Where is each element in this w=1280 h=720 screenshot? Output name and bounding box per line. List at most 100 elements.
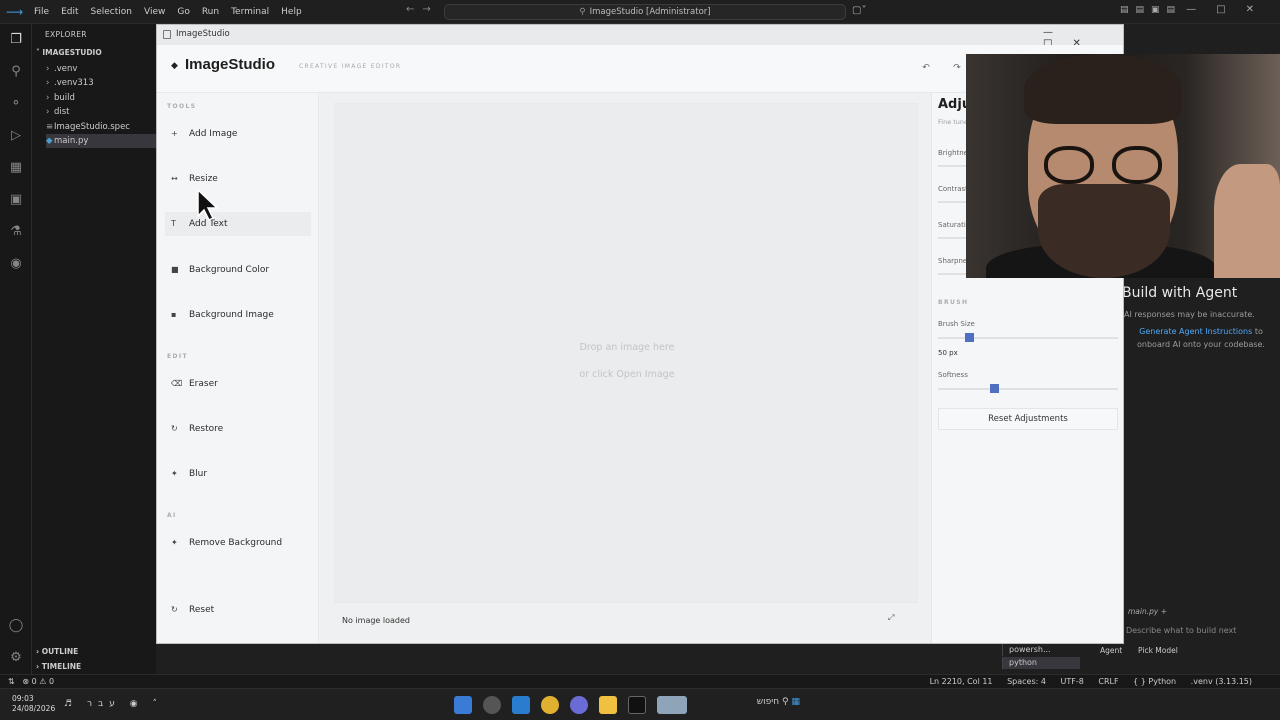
webcam-person-beard: [1038, 184, 1170, 278]
vscode-titlebar: ⟶ File Edit Selection View Go Run Termin…: [0, 0, 1280, 24]
terminal-tab-powershell[interactable]: powersh...: [1002, 644, 1080, 656]
brush-size-thumb[interactable]: [964, 333, 974, 342]
timeline-section[interactable]: › TIMELINE: [36, 662, 81, 671]
status-right: Ln 2210, Col 11 Spaces: 4 UTF-8 CRLF { }…: [918, 675, 1252, 688]
windows-start-icon[interactable]: ▦: [791, 697, 800, 707]
image-drop-zone[interactable]: Drop an image here or click Open Image: [334, 103, 918, 603]
outline-section[interactable]: › OUTLINE: [36, 647, 78, 656]
add-text-button[interactable]: T Add Text: [165, 212, 311, 236]
tree-item-build[interactable]: › build: [46, 91, 156, 105]
chevron-right-icon: ›: [46, 93, 50, 103]
tree-item-spec[interactable]: ≡ImageStudio.spec: [46, 120, 156, 134]
python-icon[interactable]: ◉: [6, 254, 26, 274]
chevron-right-icon: ›: [46, 107, 50, 117]
taskbar-app-discord[interactable]: [570, 696, 588, 714]
layout-icons[interactable]: ▤▤▣▤: [1120, 5, 1182, 15]
problems-status[interactable]: ⇅ ⊗ 0 ⚠ 0: [8, 675, 54, 688]
taskbar-app-capcut[interactable]: [628, 696, 646, 714]
extensions-icon[interactable]: ▦: [6, 158, 26, 178]
line-ending[interactable]: CRLF: [1098, 677, 1118, 686]
taskbar-search[interactable]: חיפוש ⚲ ▦: [690, 697, 800, 713]
taskbar-app-explorer[interactable]: [599, 696, 617, 714]
blur-button[interactable]: ✦ Blur: [171, 462, 309, 486]
fit-view-button[interactable]: ⤢: [888, 613, 894, 623]
chat-context-file[interactable]: main.py +: [1128, 607, 1167, 616]
taskbar-app-vscode[interactable]: [512, 696, 530, 714]
cursor-position[interactable]: Ln 2210, Col 11: [930, 677, 993, 686]
agent-mode-picker[interactable]: Agent: [1100, 646, 1122, 655]
remote-icon: ⇅: [8, 677, 15, 686]
chat-title: Build with Agent: [1122, 285, 1238, 301]
taskbar-app-obs[interactable]: [483, 696, 501, 714]
undo-button[interactable]: ↶: [919, 61, 933, 75]
generate-instructions-link[interactable]: Generate Agent Instructions: [1139, 327, 1252, 336]
menu-file[interactable]: File: [28, 0, 55, 24]
account-icon[interactable]: ◯: [6, 616, 26, 636]
redo-icon: ↷: [953, 63, 961, 73]
remove-background-button[interactable]: ✦ Remove Background: [171, 531, 309, 555]
file-label: .venv313: [54, 78, 94, 88]
language-mode[interactable]: { } Python: [1133, 677, 1176, 686]
menu-selection[interactable]: Selection: [85, 0, 138, 24]
canvas-status: No image loaded: [342, 616, 410, 625]
background-color-button[interactable]: ■ Background Color: [171, 258, 309, 282]
vscode-window-controls[interactable]: —□✕: [1186, 4, 1274, 15]
terminal-tab-python[interactable]: python: [1002, 657, 1080, 669]
remote-icon[interactable]: ▣: [6, 190, 26, 210]
tool-label: Eraser: [189, 379, 218, 389]
encoding[interactable]: UTF-8: [1061, 677, 1084, 686]
reset-button[interactable]: ↻ Reset: [171, 598, 309, 622]
menu-run[interactable]: Run: [196, 0, 225, 24]
command-center-search[interactable]: ⚲ ImageStudio [Administrator]: [444, 4, 846, 20]
source-control-icon[interactable]: ⚬: [6, 94, 26, 114]
terminal-tabs: powersh... python: [1002, 644, 1080, 670]
menu-terminal[interactable]: Terminal: [225, 0, 275, 24]
menu-edit[interactable]: Edit: [55, 0, 84, 24]
background-image-button[interactable]: ▪ Background Image: [171, 303, 309, 327]
menu-help[interactable]: Help: [275, 0, 308, 24]
open-image-hint: or click Open Image: [579, 369, 675, 380]
copilot-icon[interactable]: ▢˅: [852, 5, 866, 16]
explorer-icon[interactable]: ❐: [6, 30, 26, 50]
canvas-area: Drop an image here or click Open Image N…: [320, 93, 931, 643]
run-debug-icon[interactable]: ▷: [6, 126, 26, 146]
python-file-icon: ◆: [46, 136, 53, 146]
reset-adjustments-button[interactable]: Reset Adjustments: [938, 408, 1118, 430]
tree-item-venv[interactable]: › .venv: [46, 62, 156, 76]
folder-name: IMAGESTUDIO: [42, 48, 102, 57]
menu-go[interactable]: Go: [171, 0, 195, 24]
taskbar-app-widget[interactable]: [657, 696, 687, 714]
redo-button[interactable]: ↷: [950, 61, 964, 75]
restore-button[interactable]: ↻ Restore: [171, 417, 309, 441]
taskbar-app-imagestudio[interactable]: [454, 696, 472, 714]
system-tray[interactable]: ♬ עבר ◉ ˄: [64, 699, 163, 709]
tree-item-main-py[interactable]: ◆main.py: [46, 134, 156, 148]
search-icon[interactable]: ⚲: [6, 62, 26, 82]
taskbar-app-chrome[interactable]: [541, 696, 559, 714]
webcam-glasses-right: [1112, 146, 1162, 184]
gear-icon[interactable]: ⚙: [6, 648, 26, 668]
testing-icon[interactable]: ⚗: [6, 222, 26, 242]
model-picker[interactable]: Pick Model: [1138, 646, 1178, 655]
tree-item-dist[interactable]: › dist: [46, 105, 156, 119]
softness-slider[interactable]: [938, 384, 1118, 393]
python-interpreter[interactable]: .venv (3.13.15): [1191, 677, 1252, 686]
plus-icon: +: [171, 129, 178, 138]
softness-thumb[interactable]: [989, 384, 999, 393]
eraser-button[interactable]: ⌫ Eraser: [171, 372, 309, 396]
menu-view[interactable]: View: [138, 0, 171, 24]
section-tools: TOOLS: [167, 103, 197, 110]
resize-button[interactable]: ↔ Resize: [171, 167, 309, 191]
tree-item-venv313[interactable]: › .venv313: [46, 76, 156, 90]
taskbar-clock[interactable]: 09:03 24/08/2026: [12, 694, 55, 714]
chat-input[interactable]: Describe what to build next: [1126, 626, 1236, 635]
indentation[interactable]: Spaces: 4: [1007, 677, 1046, 686]
language-indicator: עבר: [86, 699, 121, 709]
brush-size-slider[interactable]: [938, 333, 1118, 342]
drop-hint: Drop an image here: [579, 342, 675, 353]
nav-arrows[interactable]: ←→: [406, 4, 439, 15]
resize-arrows-icon: ↔: [171, 174, 178, 183]
add-image-button[interactable]: + Add Image: [171, 122, 309, 146]
window-icon: [163, 30, 171, 39]
workspace-folder[interactable]: ˅ IMAGESTUDIO: [36, 48, 102, 57]
